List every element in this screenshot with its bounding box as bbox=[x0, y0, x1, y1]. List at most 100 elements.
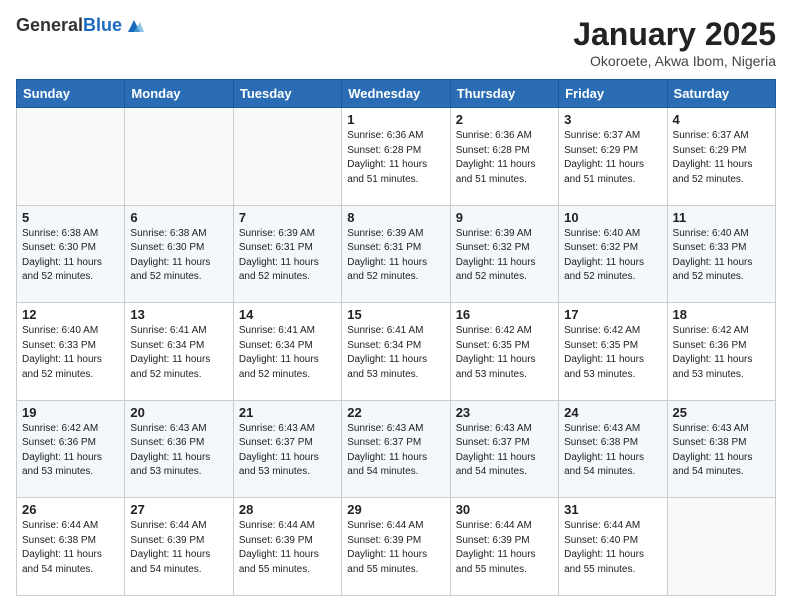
col-monday: Monday bbox=[125, 80, 233, 108]
day-number: 8 bbox=[347, 210, 444, 225]
calendar-cell: 29 Sunrise: 6:44 AM Sunset: 6:39 PM Dayli… bbox=[342, 498, 450, 596]
day-info: Sunrise: 6:41 AM Sunset: 6:34 PM Dayligh… bbox=[347, 324, 444, 382]
day-number: 17 bbox=[564, 307, 661, 322]
day-info: Sunrise: 6:44 AM Sunset: 6:39 PM Dayligh… bbox=[456, 519, 553, 577]
day-number: 26 bbox=[22, 502, 119, 517]
day-number: 10 bbox=[564, 210, 661, 225]
calendar-table: Sunday Monday Tuesday Wednesday Thursday… bbox=[16, 79, 776, 596]
day-info: Sunrise: 6:44 AM Sunset: 6:38 PM Dayligh… bbox=[22, 519, 119, 577]
calendar-cell: 25Sunrise: 6:43 AM Sunset: 6:38 PM Dayli… bbox=[667, 400, 775, 498]
day-number: 21 bbox=[239, 405, 336, 420]
day-info: Sunrise: 6:38 AM Sunset: 6:30 PM Dayligh… bbox=[22, 227, 119, 285]
day-info: Sunrise: 6:37 AM Sunset: 6:29 PM Dayligh… bbox=[564, 129, 661, 187]
calendar-header-row: Sunday Monday Tuesday Wednesday Thursday… bbox=[17, 80, 776, 108]
day-number: 23 bbox=[456, 405, 553, 420]
day-info: Sunrise: 6:42 AM Sunset: 6:35 PM Dayligh… bbox=[456, 324, 553, 382]
calendar-cell: 10 Sunrise: 6:40 AM Sunset: 6:32 PM Dayli… bbox=[559, 205, 667, 303]
calendar-cell: 17 Sunrise: 6:42 AM Sunset: 6:35 PM Dayli… bbox=[559, 303, 667, 401]
calendar-cell: 6Sunrise: 6:38 AM Sunset: 6:30 PM Daylig… bbox=[125, 205, 233, 303]
day-info: Sunrise: 6:42 AM Sunset: 6:36 PM Dayligh… bbox=[673, 324, 770, 382]
col-friday: Friday bbox=[559, 80, 667, 108]
calendar-cell: 22 Sunrise: 6:43 AM Sunset: 6:37 PM Dayli… bbox=[342, 400, 450, 498]
calendar-cell: 28Sunrise: 6:44 AM Sunset: 6:39 PM Dayli… bbox=[233, 498, 341, 596]
calendar-week-4: 19 Sunrise: 6:42 AM Sunset: 6:36 PM Dayli… bbox=[17, 400, 776, 498]
day-info: Sunrise: 6:36 AM Sunset: 6:28 PM Dayligh… bbox=[456, 129, 553, 187]
calendar-cell: 21 Sunrise: 6:43 AM Sunset: 6:37 PM Dayli… bbox=[233, 400, 341, 498]
day-number: 25 bbox=[673, 405, 770, 420]
day-number: 15 bbox=[347, 307, 444, 322]
day-number: 19 bbox=[22, 405, 119, 420]
day-info: Sunrise: 6:40 AM Sunset: 6:33 PM Dayligh… bbox=[22, 324, 119, 382]
calendar-cell: 26 Sunrise: 6:44 AM Sunset: 6:38 PM Dayli… bbox=[17, 498, 125, 596]
day-info: Sunrise: 6:36 AM Sunset: 6:28 PM Dayligh… bbox=[347, 129, 444, 187]
col-wednesday: Wednesday bbox=[342, 80, 450, 108]
calendar-cell: 12 Sunrise: 6:40 AM Sunset: 6:33 PM Dayli… bbox=[17, 303, 125, 401]
day-number: 20 bbox=[130, 405, 227, 420]
day-number: 2 bbox=[456, 112, 553, 127]
location: Okoroete, Akwa Ibom, Nigeria bbox=[573, 53, 776, 69]
day-number: 12 bbox=[22, 307, 119, 322]
calendar-cell: 11 Sunrise: 6:40 AM Sunset: 6:33 PM Dayli… bbox=[667, 205, 775, 303]
day-number: 14 bbox=[239, 307, 336, 322]
calendar-cell: 23 Sunrise: 6:43 AM Sunset: 6:37 PM Dayli… bbox=[450, 400, 558, 498]
calendar-cell: 5 Sunrise: 6:38 AM Sunset: 6:30 PM Daylig… bbox=[17, 205, 125, 303]
header: GeneralBlue January 2025 Okoroete, Akwa … bbox=[16, 16, 776, 69]
day-info: Sunrise: 6:42 AM Sunset: 6:36 PM Dayligh… bbox=[22, 422, 119, 480]
day-info: Sunrise: 6:44 AM Sunset: 6:39 PM Dayligh… bbox=[239, 519, 336, 577]
day-info: Sunrise: 6:43 AM Sunset: 6:38 PM Dayligh… bbox=[564, 422, 661, 480]
day-info: Sunrise: 6:40 AM Sunset: 6:33 PM Dayligh… bbox=[673, 227, 770, 285]
calendar-cell: 31 Sunrise: 6:44 AM Sunset: 6:40 PM Dayli… bbox=[559, 498, 667, 596]
page: GeneralBlue January 2025 Okoroete, Akwa … bbox=[0, 0, 792, 612]
calendar-cell bbox=[233, 108, 341, 206]
calendar-cell: 19 Sunrise: 6:42 AM Sunset: 6:36 PM Dayli… bbox=[17, 400, 125, 498]
day-number: 16 bbox=[456, 307, 553, 322]
day-number: 22 bbox=[347, 405, 444, 420]
calendar-cell bbox=[125, 108, 233, 206]
day-info: Sunrise: 6:41 AM Sunset: 6:34 PM Dayligh… bbox=[130, 324, 227, 382]
day-info: Sunrise: 6:42 AM Sunset: 6:35 PM Dayligh… bbox=[564, 324, 661, 382]
day-info: Sunrise: 6:44 AM Sunset: 6:40 PM Dayligh… bbox=[564, 519, 661, 577]
calendar-cell: 9Sunrise: 6:39 AM Sunset: 6:32 PM Daylig… bbox=[450, 205, 558, 303]
calendar-cell: 24Sunrise: 6:43 AM Sunset: 6:38 PM Dayli… bbox=[559, 400, 667, 498]
calendar-cell bbox=[667, 498, 775, 596]
day-info: Sunrise: 6:43 AM Sunset: 6:37 PM Dayligh… bbox=[239, 422, 336, 480]
calendar-cell: 8 Sunrise: 6:39 AM Sunset: 6:31 PM Daylig… bbox=[342, 205, 450, 303]
day-info: Sunrise: 6:44 AM Sunset: 6:39 PM Dayligh… bbox=[347, 519, 444, 577]
day-info: Sunrise: 6:37 AM Sunset: 6:29 PM Dayligh… bbox=[673, 129, 770, 187]
calendar-week-1: 1 Sunrise: 6:36 AM Sunset: 6:28 PM Daylig… bbox=[17, 108, 776, 206]
day-info: Sunrise: 6:44 AM Sunset: 6:39 PM Dayligh… bbox=[130, 519, 227, 577]
calendar-cell: 7 Sunrise: 6:39 AM Sunset: 6:31 PM Daylig… bbox=[233, 205, 341, 303]
day-info: Sunrise: 6:43 AM Sunset: 6:36 PM Dayligh… bbox=[130, 422, 227, 480]
calendar-cell: 30 Sunrise: 6:44 AM Sunset: 6:39 PM Dayli… bbox=[450, 498, 558, 596]
day-number: 3 bbox=[564, 112, 661, 127]
day-number: 6 bbox=[130, 210, 227, 225]
day-info: Sunrise: 6:43 AM Sunset: 6:37 PM Dayligh… bbox=[347, 422, 444, 480]
day-info: Sunrise: 6:39 AM Sunset: 6:31 PM Dayligh… bbox=[239, 227, 336, 285]
day-info: Sunrise: 6:43 AM Sunset: 6:37 PM Dayligh… bbox=[456, 422, 553, 480]
col-tuesday: Tuesday bbox=[233, 80, 341, 108]
month-title: January 2025 bbox=[573, 16, 776, 53]
day-number: 1 bbox=[347, 112, 444, 127]
day-number: 11 bbox=[673, 210, 770, 225]
day-number: 4 bbox=[673, 112, 770, 127]
logo-general: GeneralBlue bbox=[16, 16, 122, 36]
calendar-cell: 20 Sunrise: 6:43 AM Sunset: 6:36 PM Dayli… bbox=[125, 400, 233, 498]
col-sunday: Sunday bbox=[17, 80, 125, 108]
day-info: Sunrise: 6:39 AM Sunset: 6:31 PM Dayligh… bbox=[347, 227, 444, 285]
col-saturday: Saturday bbox=[667, 80, 775, 108]
day-number: 31 bbox=[564, 502, 661, 517]
calendar-cell: 13Sunrise: 6:41 AM Sunset: 6:34 PM Dayli… bbox=[125, 303, 233, 401]
day-number: 5 bbox=[22, 210, 119, 225]
calendar-cell: 3 Sunrise: 6:37 AM Sunset: 6:29 PM Daylig… bbox=[559, 108, 667, 206]
calendar-cell: 4 Sunrise: 6:37 AM Sunset: 6:29 PM Daylig… bbox=[667, 108, 775, 206]
day-number: 29 bbox=[347, 502, 444, 517]
calendar-cell: 15 Sunrise: 6:41 AM Sunset: 6:34 PM Dayli… bbox=[342, 303, 450, 401]
calendar-cell: 16 Sunrise: 6:42 AM Sunset: 6:35 PM Dayli… bbox=[450, 303, 558, 401]
calendar-cell: 27Sunrise: 6:44 AM Sunset: 6:39 PM Dayli… bbox=[125, 498, 233, 596]
day-number: 7 bbox=[239, 210, 336, 225]
calendar-cell: 18Sunrise: 6:42 AM Sunset: 6:36 PM Dayli… bbox=[667, 303, 775, 401]
day-number: 30 bbox=[456, 502, 553, 517]
calendar-body: 1 Sunrise: 6:36 AM Sunset: 6:28 PM Daylig… bbox=[17, 108, 776, 596]
day-info: Sunrise: 6:40 AM Sunset: 6:32 PM Dayligh… bbox=[564, 227, 661, 285]
calendar-week-3: 12 Sunrise: 6:40 AM Sunset: 6:33 PM Dayli… bbox=[17, 303, 776, 401]
